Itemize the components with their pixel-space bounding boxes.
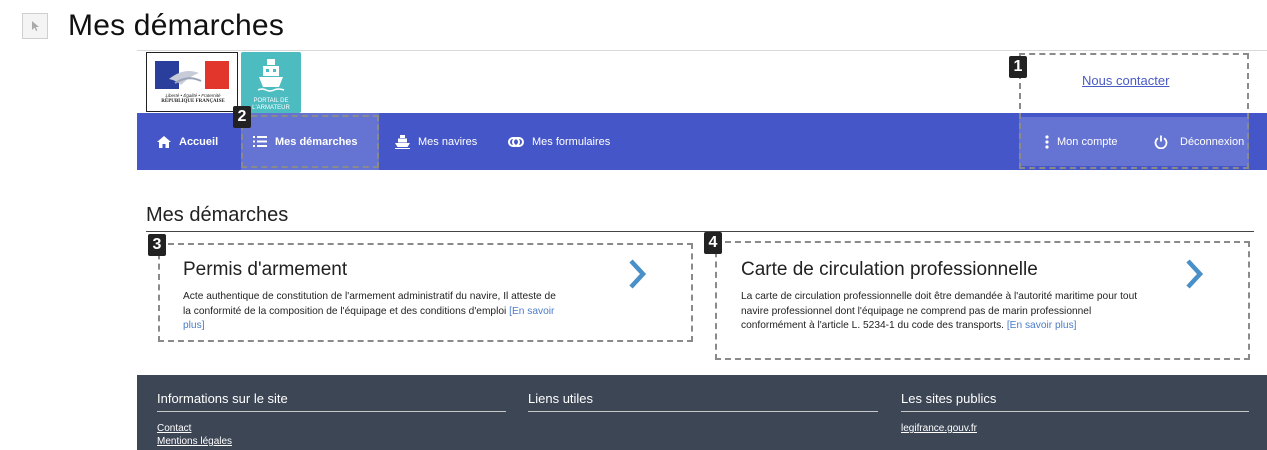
footer-heading: Les sites publics (901, 391, 1249, 412)
portail-armateur-logo[interactable]: PORTAIL DE L'ARMATEUR (241, 52, 301, 113)
nav-formulaires-label: Mes formulaires (532, 135, 611, 148)
annotation-box-1 (1019, 53, 1249, 169)
footer-heading: Liens utiles (528, 391, 878, 412)
footer-link-legifrance[interactable]: legifrance.gouv.fr (901, 422, 1249, 435)
annotation-badge-2: 2 (233, 106, 251, 128)
nav-formulaires[interactable]: Mes formulaires (508, 113, 610, 170)
footer-col-liens: Liens utiles (528, 391, 878, 412)
annotation-badge-1: 1 (1009, 56, 1027, 78)
page-title: Mes démarches (146, 204, 289, 226)
screenshot-frame: Liberté • Égalité • Fraternité RÉPUBLIQU… (137, 50, 1267, 450)
annotation-badge-3: 3 (148, 234, 166, 256)
chevron-right-icon[interactable] (628, 259, 646, 289)
card-permis-armement[interactable]: Permis d'armement Acte authentique de co… (158, 243, 693, 342)
chevron-right-icon[interactable] (1185, 259, 1203, 289)
nav-navires[interactable]: Mes navires (395, 113, 477, 170)
title-divider (146, 231, 1254, 232)
pointer-icon (22, 13, 48, 39)
footer-col-info: Informations sur le site Contact Mention… (157, 391, 506, 448)
en-savoir-plus-link[interactable]: [En savoir plus] (1007, 320, 1077, 331)
card-title: Permis d'armement (183, 259, 348, 280)
card-description: La carte de circulation professionnelle … (741, 291, 1138, 331)
document-title: Mes démarches (68, 9, 285, 42)
nav-home-label: Accueil (179, 135, 219, 148)
nav-home[interactable]: Accueil (157, 113, 218, 170)
card-description: Acte authentique de constitution de l'ar… (183, 291, 556, 331)
card-title: Carte de circulation professionnelle (741, 259, 1038, 280)
annotation-badge-4: 4 (704, 232, 722, 254)
ship-icon (395, 134, 410, 149)
home-icon (157, 135, 171, 148)
footer-link-contact[interactable]: Contact (157, 422, 506, 435)
site-footer: Informations sur le site Contact Mention… (137, 375, 1267, 450)
portail-label-1: PORTAIL DE (253, 98, 289, 104)
marianne-motto: Liberté • Égalité • Fraternité (165, 93, 221, 98)
footer-link-mentions[interactable]: Mentions légales (157, 435, 506, 448)
ship-icon (257, 59, 285, 92)
nav-navires-label: Mes navires (418, 135, 478, 148)
footer-col-sites: Les sites publics legifrance.gouv.fr (901, 391, 1249, 435)
marianne-republic: RÉPUBLIQUE FRANÇAISE (161, 99, 225, 104)
footer-heading: Informations sur le site (157, 391, 506, 412)
document-title-bar: Mes démarches (22, 6, 284, 46)
republique-francaise-logo[interactable]: Liberté • Égalité • Fraternité RÉPUBLIQU… (146, 52, 238, 112)
card-carte-circulation[interactable]: Carte de circulation professionnelle La … (715, 241, 1250, 360)
annotation-box-2 (241, 115, 379, 168)
link-icon (508, 136, 524, 147)
